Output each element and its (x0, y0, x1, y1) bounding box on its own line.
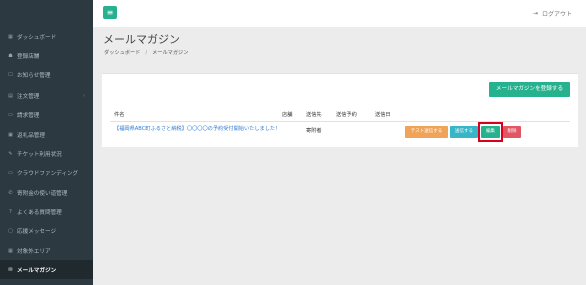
breadcrumb: ダッシュボード / メールマガジン (104, 49, 188, 56)
column-header-destination: 送信先 (306, 112, 322, 118)
sidebar-item-dashboard[interactable]: ▦ ダッシュボード (0, 27, 93, 46)
ticket-icon: ✎ (8, 150, 13, 157)
question-icon: ? (9, 208, 12, 215)
sidebar-item-crowdfunding[interactable]: ▭ クラウドファンディング (0, 163, 93, 182)
column-header-sent-date: 送信日 (375, 112, 391, 118)
sidebar-item-label: 応援メッセージ (17, 228, 57, 235)
sidebar-item-label: 返礼品管理 (17, 132, 45, 139)
breadcrumb-dashboard[interactable]: ダッシュボード (104, 50, 140, 56)
sidebar-item-billing[interactable]: ▭ 請求管理 (0, 105, 93, 124)
sidebar-item-news[interactable]: ☐ お知らせ管理 (0, 65, 93, 84)
page-title: メールマガジン (103, 33, 180, 46)
column-header-store: 店舗 (282, 112, 293, 118)
sidebar-item-label: 寄附金の使い道管理 (17, 190, 68, 197)
sidebar-item-gifts[interactable]: ▣ 返礼品管理 (0, 125, 93, 144)
sidebar-item-label: お知らせ管理 (17, 72, 51, 79)
billing-icon: ▭ (8, 111, 13, 118)
sidebar-item-messages[interactable]: ▢ 応援メッセージ (0, 221, 93, 240)
row-destination: 寄附者 (306, 128, 322, 134)
logout-link[interactable]: ⇥ ログアウト (533, 9, 572, 18)
sidebar-item-label: 注文管理 (17, 93, 40, 100)
breadcrumb-separator: / (145, 50, 148, 56)
hamburger-icon: ≡ (106, 8, 114, 17)
sidebar-item-label: メールマガジン (17, 267, 57, 274)
area-icon: ▦ (8, 247, 13, 254)
logout-label: ログアウト (541, 11, 572, 18)
sidebar-item-label: よくある質問管理 (17, 209, 62, 216)
register-mail-magazine-button[interactable]: メールマガジンを登録する (489, 82, 570, 97)
store-icon: ☗ (8, 52, 13, 59)
sidebar-item-label: 請求管理 (17, 112, 40, 119)
orders-icon: ▤ (8, 92, 13, 99)
sidebar-item-stores[interactable]: ☗ 登録店舗 (0, 46, 93, 65)
envelope-icon: ✉ (8, 266, 13, 273)
sidebar-item-label: 登録店舗 (17, 53, 40, 60)
column-header-subject: 件名 (114, 112, 125, 118)
dashboard-icon: ▦ (8, 33, 13, 40)
gift-icon: ▣ (8, 131, 13, 138)
edit-highlight-box (478, 122, 503, 142)
sidebar-item-label: ダッシュボード (17, 34, 57, 41)
donation-icon: ✆ (8, 189, 13, 196)
sidebar-item-mail-magazine[interactable]: ✉ メールマガジン (0, 260, 93, 279)
sidebar-item-label: クラウドファンディング (17, 170, 79, 177)
message-icon: ▢ (8, 227, 13, 234)
test-send-button[interactable]: テスト送信する (405, 126, 448, 138)
sidebar-item-label: チケット利用状況 (17, 151, 62, 158)
sidebar: ▦ ダッシュボード ☗ 登録店舗 ☐ お知らせ管理 ▤ 注文管理 ‹ ▭ 請求管… (0, 0, 93, 285)
delete-button[interactable]: 削除 (503, 126, 521, 138)
sidebar-item-orders[interactable]: ▤ 注文管理 ‹ (0, 86, 93, 105)
column-header-scheduled: 送信予約 (336, 112, 357, 118)
news-icon: ☐ (8, 71, 13, 78)
row-subject-link[interactable]: 【福岡県ABC町ふるさと納税】〇〇〇〇の予約受付開始いたしました！ (114, 125, 304, 134)
chevron-left-icon: ‹ (83, 92, 85, 99)
mail-magazine-panel: メールマガジンを登録する 件名 店舗 送信先 送信予約 送信日 【福岡県ABC町… (102, 73, 578, 147)
sidebar-item-donation-usage[interactable]: ✆ 寄附金の使い道管理 (0, 183, 93, 202)
sidebar-item-excluded-areas[interactable]: ▦ 対象外エリア (0, 241, 93, 260)
send-button[interactable]: 送信する (450, 126, 478, 138)
logout-icon: ⇥ (532, 10, 538, 17)
crowdfunding-icon: ▭ (8, 169, 13, 176)
sidebar-item-tickets[interactable]: ✎ チケット利用状況 (0, 144, 93, 163)
menu-toggle-button[interactable]: ≡ (103, 6, 117, 19)
sidebar-item-faq[interactable]: ? よくある質問管理 (0, 202, 93, 221)
top-bar: ≡ ⇥ ログアウト (93, 0, 586, 27)
sidebar-item-label: 対象外エリア (17, 248, 51, 255)
breadcrumb-current: メールマガジン (152, 50, 189, 56)
